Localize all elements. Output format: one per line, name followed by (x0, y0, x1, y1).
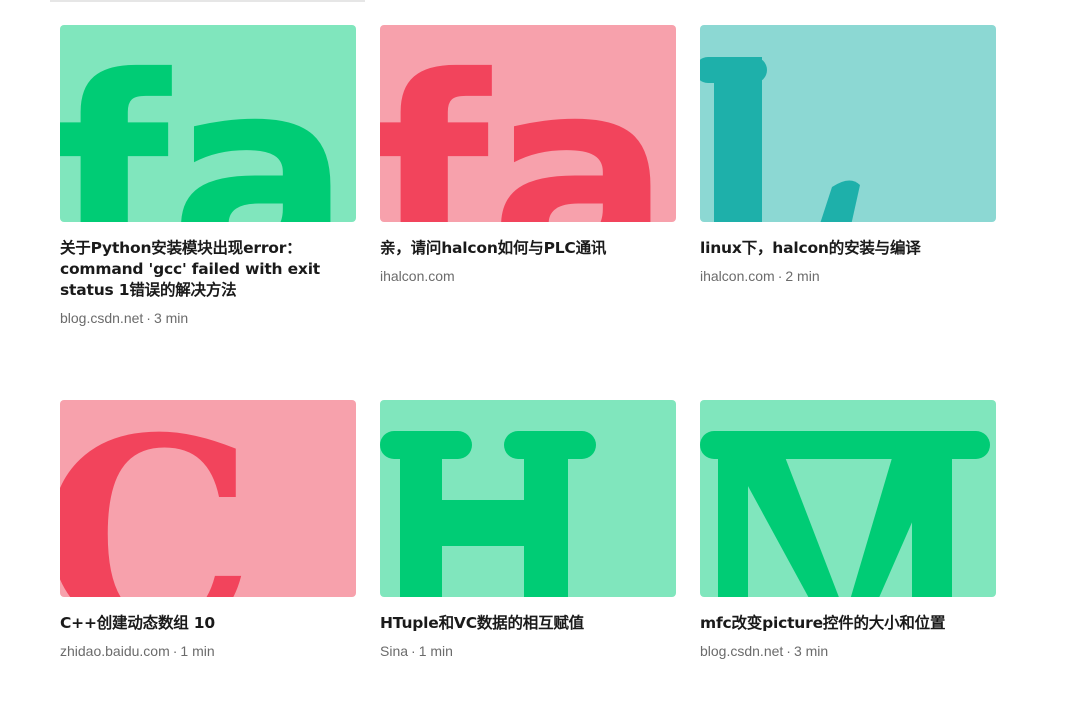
article-card[interactable]: fa 亲，请问halcon如何与PLC通讯 ihalcon.com (380, 25, 676, 400)
article-meta: blog.csdn.net · 3 min (700, 642, 996, 660)
svg-text:fa: fa (60, 25, 352, 222)
article-card[interactable]: HTuple和VC数据的相互赋值 Sina · 1 min (380, 400, 676, 700)
article-read-time: 1 min (418, 643, 453, 659)
letter-m-thumbnail-icon (700, 400, 996, 597)
article-meta: Sina · 1 min (380, 642, 676, 660)
letter-c-thumbnail-icon: C (60, 400, 356, 597)
article-source: blog.csdn.net (700, 643, 784, 659)
article-read-time: 1 min (180, 643, 215, 659)
article-thumbnail[interactable]: C (60, 400, 356, 597)
article-source: ihalcon.com (380, 268, 455, 284)
letter-h-thumbnail-icon (380, 400, 676, 597)
letter-f-a-thumbnail-icon: fa (380, 25, 676, 222)
article-source: Sina (380, 643, 409, 659)
svg-text:C: C (60, 400, 255, 597)
meta-separator: · (411, 643, 416, 659)
article-meta: ihalcon.com (380, 267, 676, 285)
article-read-time: 2 min (785, 268, 820, 284)
article-source: blog.csdn.net (60, 310, 144, 326)
article-meta: blog.csdn.net · 3 min (60, 309, 356, 327)
article-meta: ihalcon.com · 2 min (700, 267, 996, 285)
meta-separator: · (172, 643, 178, 659)
letter-f-a-thumbnail-icon: fa (60, 25, 356, 222)
article-source: ihalcon.com (700, 268, 775, 284)
article-grid: fa 关于Python安装模块出现error：command 'gcc' fai… (60, 25, 996, 700)
article-card[interactable]: fa 关于Python安装模块出现error：command 'gcc' fai… (60, 25, 356, 400)
article-thumbnail[interactable]: fa (60, 25, 356, 222)
letter-l-thumbnail-icon (700, 25, 996, 222)
article-card[interactable]: C C++创建动态数组 10 zhidao.baidu.com · 1 min (60, 400, 356, 700)
article-read-time: 3 min (153, 310, 189, 326)
article-title[interactable]: 亲，请问halcon如何与PLC通讯 (380, 238, 676, 259)
top-divider (50, 0, 365, 2)
article-title[interactable]: linux下，halcon的安装与编译 (700, 238, 996, 259)
article-thumbnail[interactable] (380, 400, 676, 597)
article-source: zhidao.baidu.com (60, 643, 170, 659)
meta-separator: · (786, 643, 791, 659)
article-thumbnail[interactable] (700, 400, 996, 597)
article-card[interactable]: mfc改变picture控件的大小和位置 blog.csdn.net · 3 min (700, 400, 996, 700)
article-title[interactable]: C++创建动态数组 10 (60, 613, 356, 634)
article-thumbnail[interactable] (700, 25, 996, 222)
meta-separator: · (777, 268, 783, 284)
article-title[interactable]: mfc改变picture控件的大小和位置 (700, 613, 996, 634)
meta-separator: · (146, 310, 151, 326)
article-title[interactable]: 关于Python安装模块出现error：command 'gcc' failed… (60, 238, 356, 301)
article-meta: zhidao.baidu.com · 1 min (60, 642, 356, 660)
article-thumbnail[interactable]: fa (380, 25, 676, 222)
svg-text:fa: fa (380, 25, 672, 222)
article-title[interactable]: HTuple和VC数据的相互赋值 (380, 613, 676, 634)
article-card[interactable]: linux下，halcon的安装与编译 ihalcon.com · 2 min (700, 25, 996, 400)
article-read-time: 3 min (793, 643, 829, 659)
